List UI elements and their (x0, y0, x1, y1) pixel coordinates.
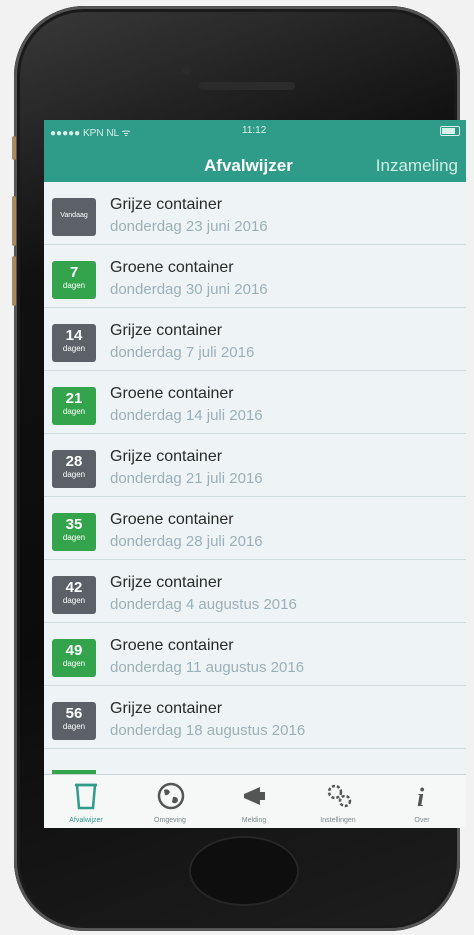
days-unit: dagen (62, 533, 86, 542)
days-count: 56 (65, 705, 83, 722)
tab-label: Afvalwijzer (69, 817, 103, 824)
front-camera (182, 66, 191, 75)
collection-date: donderdag 21 juli 2016 (110, 470, 263, 487)
days-unit: dagen (62, 281, 86, 290)
clock: 11:12 (242, 125, 267, 136)
list-item[interactable]: 7 dagen Groene container donderdag 30 ju… (44, 245, 466, 308)
info-icon: i (417, 783, 425, 811)
days-badge: 28 dagen (52, 450, 96, 488)
days-count: 7 (69, 264, 79, 281)
collection-date: donderdag 14 juli 2016 (110, 407, 263, 424)
collection-date: donderdag 11 augustus 2016 (110, 659, 305, 676)
mute-switch (12, 136, 16, 160)
tab-label: Over (414, 817, 430, 824)
globe-icon (157, 782, 185, 810)
list-item[interactable]: 49 dagen Groene container donderdag 11 a… (44, 623, 466, 686)
days-count: 49 (65, 642, 83, 659)
home-button[interactable] (189, 836, 299, 906)
svg-text:i: i (417, 783, 425, 811)
earpiece-speaker (199, 82, 295, 90)
collection-date: donderdag 18 augustus 2016 (110, 722, 306, 739)
days-badge: 56 dagen (52, 702, 96, 740)
list-item[interactable]: 56 dagen Grijze container donderdag 18 a… (44, 686, 466, 749)
container-name: Groene container (110, 385, 234, 402)
days-count: 42 (65, 579, 83, 596)
tab-melding[interactable]: Melding (212, 775, 296, 828)
list-item[interactable]: 42 dagen Grijze container donderdag 4 au… (44, 560, 466, 623)
days-badge: 42 dagen (52, 576, 96, 614)
container-name: Grijze container (110, 196, 223, 213)
container-name: Groene container (110, 637, 234, 654)
tab-bar: Afvalwijzer Omgeving Melding Instellinge… (44, 774, 466, 828)
collection-date: donderdag 4 augustus 2016 (110, 596, 297, 613)
days-unit: dagen (62, 722, 86, 731)
gears-icon (327, 784, 352, 808)
days-count: 35 (65, 516, 83, 533)
days-unit: dagen (62, 407, 86, 416)
volume-up-button (12, 196, 16, 246)
days-badge: 21 dagen (52, 387, 96, 425)
days-badge: 14 dagen (52, 324, 96, 362)
status-bar: ●●●●● KPN NL ᯤ 11:12 (44, 120, 466, 140)
days-unit: dagen (62, 659, 86, 668)
list-item[interactable]: 28 dagen Grijze container donderdag 21 j… (44, 434, 466, 497)
tab-over[interactable]: i Over (380, 775, 464, 828)
list-item[interactable]: 14 dagen Grijze container donderdag 7 ju… (44, 308, 466, 371)
collection-date: donderdag 23 juni 2016 (110, 218, 268, 235)
carrier-label: ●●●●● KPN NL ᯤ (50, 128, 131, 139)
days-badge: 35 dagen (52, 513, 96, 551)
container-name: Groene container (110, 511, 234, 528)
days-badge: 7 dagen (52, 261, 96, 299)
megaphone-icon (244, 787, 265, 805)
collection-date: donderdag 30 juni 2016 (110, 281, 268, 298)
inzameling-button[interactable]: Inzameling (376, 156, 458, 176)
container-name: Groene container (110, 259, 234, 276)
list-item[interactable]: 35 dagen Groene container donderdag 28 j… (44, 497, 466, 560)
container-name: Grijze container (110, 448, 223, 465)
today-label: Vandaag (60, 212, 88, 219)
collection-list: Vandaag Grijze container donderdag 23 ju… (44, 182, 466, 749)
tab-label: Instellingen (320, 817, 356, 824)
battery-icon (440, 126, 460, 136)
days-unit: dagen (62, 470, 86, 479)
collection-date: donderdag 28 juli 2016 (110, 533, 263, 550)
list-item[interactable]: 21 dagen Groene container donderdag 14 j… (44, 371, 466, 434)
days-unit: dagen (62, 344, 86, 353)
trash-can-icon (75, 783, 97, 810)
days-unit: dagen (62, 596, 86, 605)
list-item[interactable]: Vandaag Grijze container donderdag 23 ju… (44, 182, 466, 245)
container-name: Grijze container (110, 574, 223, 591)
days-count: 21 (65, 390, 83, 407)
days-count: 14 (65, 327, 83, 344)
tab-omgeving[interactable]: Omgeving (128, 775, 212, 828)
days-badge: 49 dagen (52, 639, 96, 677)
navigation-header: ●●●●● KPN NL ᯤ 11:12 Afvalwijzer Inzamel… (44, 120, 466, 182)
container-name: Grijze container (110, 322, 223, 339)
container-name: Grijze container (110, 700, 223, 717)
days-count: 28 (65, 453, 83, 470)
tab-instellingen[interactable]: Instellingen (296, 775, 380, 828)
app-screen: ●●●●● KPN NL ᯤ 11:12 Afvalwijzer Inzamel… (44, 120, 466, 828)
tab-label: Omgeving (154, 817, 186, 824)
page-title: Afvalwijzer (204, 156, 293, 175)
collection-date: donderdag 7 juli 2016 (110, 344, 255, 361)
tab-afvalwijzer[interactable]: Afvalwijzer (44, 775, 128, 828)
days-badge: Vandaag (52, 198, 96, 236)
tab-label: Melding (241, 817, 267, 824)
volume-down-button (12, 256, 16, 306)
